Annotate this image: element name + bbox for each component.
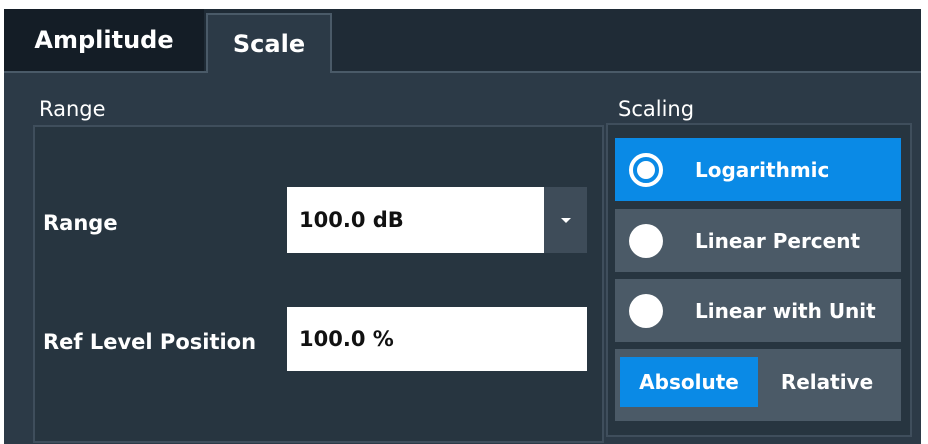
range-group-box <box>33 125 604 443</box>
tab-scale[interactable]: Scale <box>206 13 332 73</box>
range-value: 100.0 dB <box>299 208 404 232</box>
scaling-option-label: Linear with Unit <box>695 298 876 323</box>
chevron-down-icon <box>560 217 571 223</box>
ref-level-position-label: Ref Level Position <box>43 330 257 354</box>
tab-divider <box>332 71 921 73</box>
toggle-relative[interactable]: Relative <box>758 357 896 407</box>
tab-bar: Amplitude Scale <box>4 9 921 73</box>
range-input[interactable]: 100.0 dB <box>287 187 544 253</box>
absolute-relative-toggle: Absolute Relative <box>615 349 901 421</box>
ref-level-position-input[interactable]: 100.0 % <box>287 307 587 371</box>
radio-unselected-icon <box>629 293 663 328</box>
tab-divider <box>4 71 206 73</box>
range-dropdown-button[interactable] <box>544 187 587 253</box>
radio-selected-icon <box>629 152 663 187</box>
tab-scale-label: Scale <box>232 30 306 58</box>
ref-level-position-value: 100.0 % <box>299 327 394 351</box>
scaling-option-logarithmic[interactable]: Logarithmic <box>615 138 901 201</box>
scaling-option-linear-with-unit[interactable]: Linear with Unit <box>615 279 901 342</box>
scaling-option-label: Logarithmic <box>695 157 830 182</box>
tab-amplitude[interactable]: Amplitude <box>4 9 204 71</box>
toggle-absolute[interactable]: Absolute <box>620 357 758 407</box>
scaling-option-linear-percent[interactable]: Linear Percent <box>615 209 901 272</box>
scaling-option-label: Linear Percent <box>695 228 861 253</box>
toggle-relative-label: Relative <box>780 370 874 394</box>
radio-unselected-icon <box>629 223 663 258</box>
range-group-title: Range <box>39 97 106 121</box>
scaling-group-title: Scaling <box>618 97 695 121</box>
scale-settings-panel: Amplitude Scale Range Range 100.0 dB Ref… <box>4 9 921 444</box>
tab-amplitude-label: Amplitude <box>34 26 174 54</box>
range-label: Range <box>43 211 118 235</box>
toggle-absolute-label: Absolute <box>639 370 739 394</box>
